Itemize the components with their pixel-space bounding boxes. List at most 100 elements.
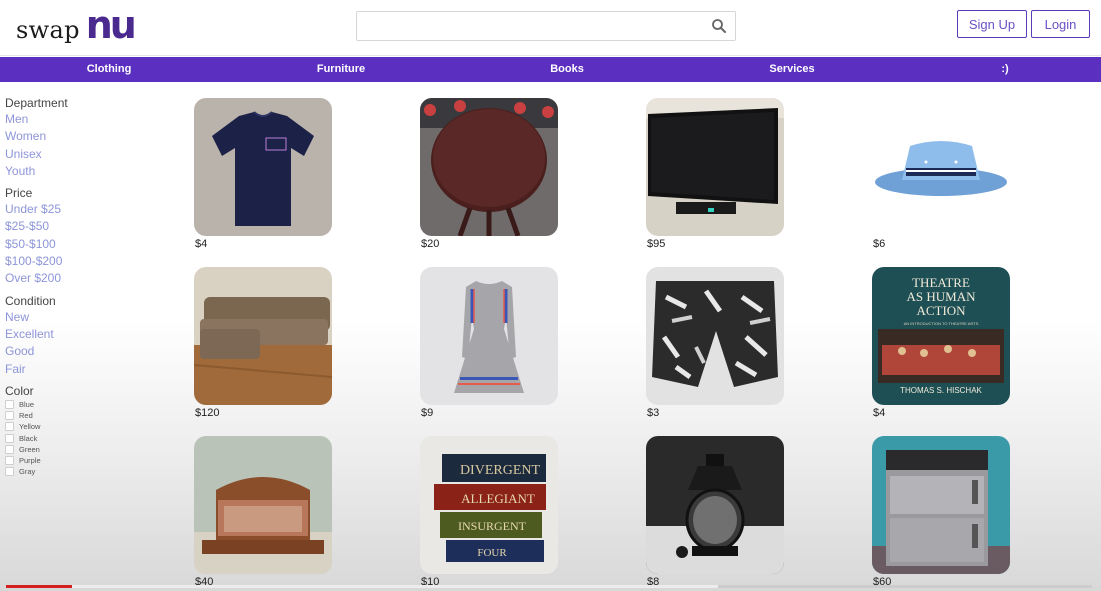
logo-text: swap — [16, 16, 80, 44]
svg-text:DIVERGENT: DIVERGENT — [460, 463, 541, 478]
product-image-mini-fridge[interactable] — [872, 436, 1010, 574]
color-label: Gray — [19, 467, 36, 477]
nav-services[interactable]: Services — [769, 57, 814, 82]
filter-price: Price Under $25 $25-$50 $50-$100 $100-$2… — [5, 186, 155, 287]
filter-unisex[interactable]: Unisex — [5, 146, 155, 163]
product-card[interactable]: $40 — [194, 436, 332, 588]
category-nav: Clothing Furniture Books Services :) — [0, 57, 1101, 82]
filter-color: Color Blue Red Yellow Black Green Purple… — [5, 384, 155, 477]
video-progress-bar[interactable] — [6, 585, 1092, 588]
filter-heading-color: Color — [5, 383, 34, 398]
product-image-t-shirt[interactable] — [194, 98, 332, 236]
video-buffer-bar — [72, 585, 718, 588]
nav-furniture[interactable]: Furniture — [317, 57, 365, 82]
product-price: $95 — [647, 238, 666, 250]
logo-mark: nu — [85, 3, 137, 47]
logo[interactable]: swap nu — [16, 3, 137, 47]
color-option-green[interactable]: Green — [5, 444, 155, 455]
product-card[interactable]: DIVERGENT ALLEGIANT INSURGENT FOUR $10 — [420, 436, 558, 588]
product-price: $20 — [421, 238, 440, 250]
svg-text:ALLEGIANT: ALLEGIANT — [461, 491, 535, 506]
product-card[interactable]: $4 — [194, 98, 332, 250]
checkbox[interactable] — [5, 411, 14, 421]
filter-heading-department: Department — [5, 96, 68, 110]
filter-condition: Condition New Excellent Good Fair — [5, 294, 155, 378]
color-option-purple[interactable]: Purple — [5, 455, 155, 466]
svg-text:THEATRE: THEATRE — [912, 275, 970, 290]
filter-heading-condition: Condition — [5, 293, 56, 308]
color-option-gray[interactable]: Gray — [5, 466, 155, 477]
svg-text:AS HUMAN: AS HUMAN — [907, 289, 977, 304]
filter-over-200[interactable]: Over $200 — [5, 270, 155, 287]
svg-text:ACTION: ACTION — [916, 303, 966, 318]
product-price: $6 — [873, 238, 886, 250]
filter-new[interactable]: New — [5, 309, 155, 326]
checkbox[interactable] — [5, 399, 14, 409]
product-price: $9 — [421, 407, 434, 419]
color-option-red[interactable]: Red — [5, 410, 155, 421]
filter-heading-price: Price — [5, 186, 33, 201]
product-card[interactable]: THEATRE AS HUMAN ACTION AN INTRODUCTION … — [872, 267, 1010, 419]
color-label: Yellow — [19, 422, 41, 432]
sign-up-button[interactable]: Sign Up — [957, 10, 1027, 38]
nav-clothing[interactable]: Clothing — [87, 57, 132, 82]
nav-books[interactable]: Books — [550, 57, 584, 82]
checkbox[interactable] — [5, 433, 14, 443]
filter-women[interactable]: Women — [5, 128, 155, 145]
product-image-lantern[interactable] — [646, 436, 784, 574]
checkbox[interactable] — [5, 422, 14, 432]
search-icon[interactable] — [711, 18, 727, 34]
product-card[interactable]: $20 — [420, 98, 558, 250]
product-card[interactable]: $9 — [420, 267, 558, 419]
checkbox[interactable] — [5, 444, 14, 454]
product-card[interactable]: $95 — [646, 98, 784, 250]
filter-fair[interactable]: Fair — [5, 361, 155, 378]
svg-text:INSURGENT: INSURGENT — [458, 519, 527, 533]
color-option-black[interactable]: Black — [5, 432, 155, 443]
product-price: $4 — [195, 238, 208, 250]
filter-good[interactable]: Good — [5, 343, 155, 360]
color-option-yellow[interactable]: Yellow — [5, 421, 155, 432]
filter-department: Department Men Women Unisex Youth — [5, 96, 155, 180]
product-card[interactable]: $60 — [872, 436, 1010, 588]
color-label: Blue — [19, 399, 35, 409]
filter-excellent[interactable]: Excellent — [5, 326, 155, 343]
filter-men[interactable]: Men — [5, 111, 155, 128]
color-label: Black — [19, 433, 38, 443]
filter-100-200[interactable]: $100-$200 — [5, 253, 155, 270]
product-price: $3 — [647, 407, 660, 419]
video-played-bar — [6, 585, 72, 588]
product-image-divergent-books[interactable]: DIVERGENT ALLEGIANT INSURGENT FOUR — [420, 436, 558, 574]
svg-text:AN INTRODUCTION TO THEATRE ART: AN INTRODUCTION TO THEATRE ARTS — [904, 321, 979, 326]
filter-youth[interactable]: Youth — [5, 163, 155, 180]
search-box — [356, 11, 736, 41]
product-image-sectional-sofa[interactable] — [194, 267, 332, 405]
product-price: $120 — [195, 407, 220, 419]
filter-sidebar: Department Men Women Unisex Youth Price … — [5, 96, 155, 483]
color-option-blue[interactable]: Blue — [5, 399, 155, 410]
product-card[interactable]: $6 — [872, 98, 1010, 250]
product-image-bed-frame[interactable] — [194, 436, 332, 574]
product-image-bucket-hat[interactable] — [872, 98, 1010, 236]
product-image-shorts[interactable] — [646, 267, 784, 405]
product-image-round-table[interactable] — [420, 98, 558, 236]
product-card[interactable]: $3 — [646, 267, 784, 419]
site-header: swap nu Sign Up Login — [0, 0, 1101, 56]
search-input[interactable] — [357, 12, 697, 40]
filter-50-100[interactable]: $50-$100 — [5, 236, 155, 253]
checkbox[interactable] — [5, 455, 14, 465]
filter-25-50[interactable]: $25-$50 — [5, 218, 155, 235]
login-button[interactable]: Login — [1031, 10, 1090, 38]
nav-smiley[interactable]: :) — [1001, 57, 1008, 82]
checkbox[interactable] — [5, 467, 14, 477]
product-price: $4 — [873, 407, 886, 419]
svg-text:FOUR: FOUR — [477, 547, 507, 559]
product-image-tv[interactable] — [646, 98, 784, 236]
product-image-theatre-book[interactable]: THEATRE AS HUMAN ACTION AN INTRODUCTION … — [872, 267, 1010, 405]
product-card[interactable]: $8 — [646, 436, 784, 588]
color-label: Purple — [19, 455, 41, 465]
product-card[interactable]: $120 — [194, 267, 332, 419]
color-label: Red — [19, 411, 33, 421]
product-image-dress[interactable] — [420, 267, 558, 405]
filter-under-25[interactable]: Under $25 — [5, 201, 155, 218]
